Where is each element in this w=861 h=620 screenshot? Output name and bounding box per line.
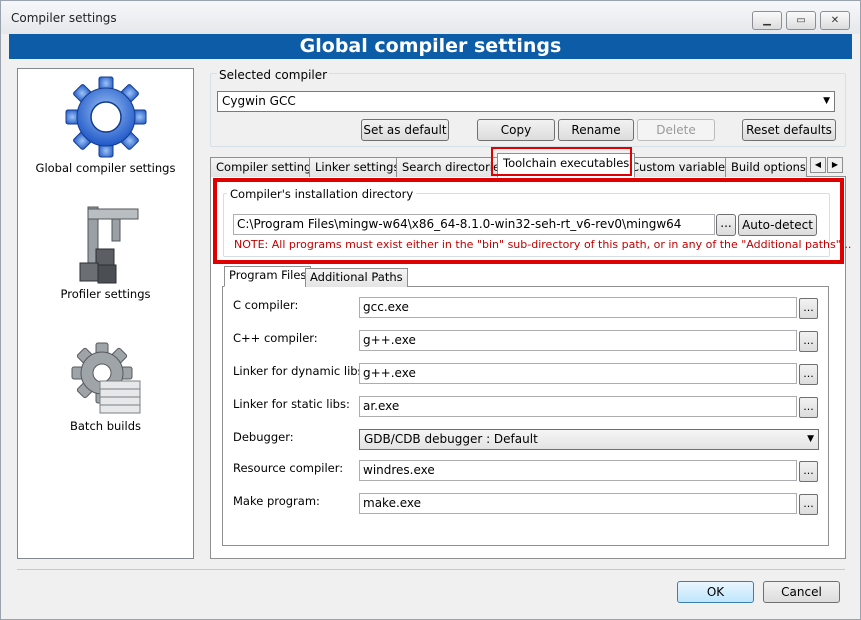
nav-item-global-compiler-settings[interactable]: Global compiler settings bbox=[18, 73, 193, 175]
compiler-settings-window: Compiler settings ▁ ▭ ✕ Global compiler … bbox=[0, 0, 861, 620]
maximize-icon: ▭ bbox=[796, 15, 806, 26]
nav-item-batch-builds[interactable]: Batch builds bbox=[18, 341, 193, 433]
compiler-select-value: Cygwin GCC bbox=[222, 94, 296, 108]
cpp-compiler-browse-button[interactable]: ... bbox=[799, 331, 818, 352]
tab-compiler-settings[interactable]: Compiler settings bbox=[210, 157, 324, 177]
banner-title: Global compiler settings bbox=[9, 34, 852, 59]
tab-highlight-box bbox=[491, 147, 632, 176]
maximize-button[interactable]: ▭ bbox=[786, 11, 816, 30]
make-program-browse-button[interactable]: ... bbox=[799, 494, 818, 515]
dynamic-linker-label: Linker for dynamic libs: bbox=[233, 364, 368, 378]
chevron-down-icon: ▼ bbox=[807, 434, 814, 444]
copy-button[interactable]: Copy bbox=[477, 119, 555, 141]
selected-compiler-label: Selected compiler bbox=[217, 68, 330, 82]
debugger-select-value: GDB/CDB debugger : Default bbox=[364, 432, 538, 446]
ok-button[interactable]: OK bbox=[677, 581, 754, 603]
set-as-default-button[interactable]: Set as default bbox=[361, 119, 449, 141]
tab-linker-settings[interactable]: Linker settings bbox=[309, 157, 406, 177]
tab-build-options[interactable]: Build options bbox=[725, 157, 807, 177]
window-title: Compiler settings bbox=[11, 11, 117, 25]
nav-item-profiler-settings[interactable]: Profiler settings bbox=[18, 203, 193, 301]
close-icon: ✕ bbox=[830, 15, 840, 26]
minimize-button[interactable]: ▁ bbox=[752, 11, 782, 30]
tab-scroll-left-icon[interactable]: ◀ bbox=[810, 157, 826, 173]
footer-separator bbox=[17, 569, 845, 570]
minimize-icon: ▁ bbox=[763, 15, 771, 26]
dynamic-linker-browse-button[interactable]: ... bbox=[799, 364, 818, 385]
caliper-icon bbox=[79, 206, 138, 284]
nav-label-global-compiler-settings: Global compiler settings bbox=[35, 161, 176, 175]
c-compiler-input[interactable]: gcc.exe bbox=[359, 297, 797, 318]
c-compiler-label: C compiler: bbox=[233, 298, 299, 312]
close-button[interactable]: ✕ bbox=[820, 11, 850, 30]
subtab-additional-paths[interactable]: Additional Paths bbox=[305, 268, 408, 287]
static-linker-input[interactable]: ar.exe bbox=[359, 396, 797, 417]
reset-defaults-button[interactable]: Reset defaults bbox=[742, 119, 836, 141]
make-program-input[interactable]: make.exe bbox=[359, 493, 797, 514]
dynamic-linker-input[interactable]: g++.exe bbox=[359, 363, 797, 384]
static-linker-label: Linker for static libs: bbox=[233, 397, 350, 411]
tab-custom-variables[interactable]: Custom variables bbox=[625, 157, 738, 177]
install-dir-highlight-box bbox=[213, 178, 844, 264]
resource-compiler-label: Resource compiler: bbox=[233, 461, 344, 475]
debugger-select[interactable]: GDB/CDB debugger : Default ▼ bbox=[359, 429, 819, 450]
subtab-program-files[interactable]: Program Files bbox=[224, 266, 312, 287]
chevron-down-icon: ▼ bbox=[823, 96, 830, 106]
resource-compiler-browse-button[interactable]: ... bbox=[799, 461, 818, 482]
title-bar[interactable]: Compiler settings ▁ ▭ ✕ bbox=[1, 1, 860, 34]
c-compiler-browse-button[interactable]: ... bbox=[799, 298, 818, 319]
cpp-compiler-label: C++ compiler: bbox=[233, 331, 318, 345]
delete-button[interactable]: Delete bbox=[637, 119, 715, 141]
resource-compiler-input[interactable]: windres.exe bbox=[359, 460, 797, 481]
tab-scroll-right-icon[interactable]: ▶ bbox=[827, 157, 843, 173]
compiler-select[interactable]: Cygwin GCC ▼ bbox=[217, 91, 835, 112]
batch-gear-icon bbox=[71, 342, 140, 414]
gear-icon bbox=[65, 76, 146, 158]
rename-button[interactable]: Rename bbox=[558, 119, 634, 141]
nav-label-profiler-settings: Profiler settings bbox=[60, 287, 151, 301]
make-program-label: Make program: bbox=[233, 494, 320, 508]
debugger-label: Debugger: bbox=[233, 430, 294, 444]
settings-nav-panel: Global compiler settings Profiler settin… bbox=[17, 68, 194, 559]
cancel-button[interactable]: Cancel bbox=[763, 581, 840, 603]
cpp-compiler-input[interactable]: g++.exe bbox=[359, 330, 797, 351]
static-linker-browse-button[interactable]: ... bbox=[799, 397, 818, 418]
nav-label-batch-builds: Batch builds bbox=[70, 419, 141, 433]
